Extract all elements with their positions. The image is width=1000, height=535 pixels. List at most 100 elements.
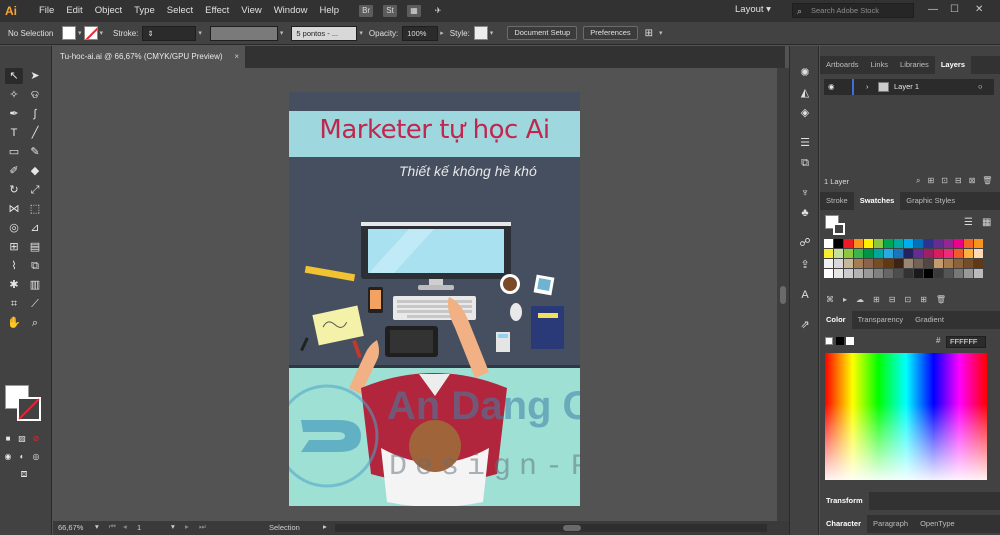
color-swatch[interactable] xyxy=(874,259,883,268)
color-swatch[interactable] xyxy=(874,239,883,248)
draw-normal-icon[interactable]: ◉ xyxy=(2,449,14,465)
opacity-field[interactable]: 100% xyxy=(402,25,439,41)
fill-swatch[interactable] xyxy=(62,26,76,40)
color-swatch[interactable] xyxy=(974,269,983,278)
color-swatch[interactable] xyxy=(914,269,923,278)
align-icon[interactable]: ⊞ xyxy=(645,28,653,39)
color-swatch[interactable] xyxy=(824,239,833,248)
next-artboard-icon[interactable]: ▸ xyxy=(185,522,189,531)
chevron-down-icon[interactable]: ▾ xyxy=(659,29,663,37)
rotate-tool-icon[interactable]: ↻ xyxy=(5,182,23,198)
color-swatch[interactable] xyxy=(884,259,893,268)
color-swatch[interactable] xyxy=(904,249,913,258)
chevron-right-icon[interactable]: ▸ xyxy=(323,522,327,531)
symbol-sprayer-tool-icon[interactable]: ✱ xyxy=(5,277,23,293)
tab-transform[interactable]: Transform xyxy=(820,492,869,510)
zoom-tool-icon[interactable]: ⌕ xyxy=(26,315,44,331)
menu-window[interactable]: Window xyxy=(268,0,314,22)
eraser-tool-icon[interactable]: ◆ xyxy=(26,163,44,179)
color-swatch[interactable] xyxy=(864,259,873,268)
paintbrush-tool-icon[interactable]: ✎ xyxy=(26,144,44,160)
pathfinder-icon[interactable]: ⧉ xyxy=(798,156,812,170)
close-tab-icon[interactable]: × xyxy=(234,46,239,68)
chevron-down-icon[interactable]: ▾ xyxy=(78,29,82,37)
color-swatch[interactable] xyxy=(824,259,833,268)
chevron-down-icon[interactable]: ▾ xyxy=(100,29,104,37)
brush-definition-field[interactable]: 5 pontos - ... xyxy=(291,25,358,41)
color-swatch[interactable] xyxy=(924,259,933,268)
previous-artboard-icon[interactable]: ◂ xyxy=(123,522,127,531)
brushes-icon[interactable]: ♆ xyxy=(798,186,812,200)
color-swatch[interactable] xyxy=(934,259,943,268)
tab-libraries[interactable]: Libraries xyxy=(894,56,935,74)
tab-links[interactable]: Links xyxy=(865,56,895,74)
color-swatch[interactable] xyxy=(964,269,973,278)
pen-tool-icon[interactable]: ✒ xyxy=(5,106,23,122)
asset-export-icon[interactable]: ☍ xyxy=(798,236,812,250)
tab-transparency[interactable]: Transparency xyxy=(852,311,910,329)
color-swatch[interactable] xyxy=(924,269,933,278)
color-swatch[interactable] xyxy=(884,239,893,248)
direct-selection-tool-icon[interactable]: ➤ xyxy=(26,68,44,84)
graphic-style-swatch[interactable] xyxy=(473,26,488,40)
color-swatch[interactable] xyxy=(824,249,833,258)
first-artboard-icon[interactable]: ⏮ xyxy=(109,522,116,532)
color-swatch[interactable] xyxy=(824,269,833,278)
color-swatch[interactable] xyxy=(944,239,953,248)
color-swatch[interactable] xyxy=(914,239,923,248)
color-swatch[interactable] xyxy=(924,239,933,248)
blend-tool-icon[interactable]: ⧉ xyxy=(26,258,44,274)
color-swatch[interactable] xyxy=(934,269,943,278)
color-swatch[interactable] xyxy=(914,249,923,258)
shaper-tool-icon[interactable]: ✐ xyxy=(5,163,23,179)
color-swatch[interactable] xyxy=(894,259,903,268)
horizontal-scrollbar[interactable] xyxy=(335,524,767,532)
bridge-icon[interactable]: Br xyxy=(359,5,374,17)
list-view-icon[interactable]: ☰ xyxy=(964,217,973,228)
color-swatch[interactable] xyxy=(864,249,873,258)
stroke-color-box[interactable] xyxy=(17,397,41,421)
scale-tool-icon[interactable]: ⤢ xyxy=(26,182,44,198)
menu-file[interactable]: File xyxy=(33,0,60,22)
rectangle-tool-icon[interactable]: ▭ xyxy=(5,144,23,160)
color-none-swatch[interactable] xyxy=(825,337,833,345)
color-swatch[interactable] xyxy=(854,269,863,278)
color-swatch[interactable] xyxy=(894,269,903,278)
document-setup-button[interactable]: Document Setup xyxy=(507,26,578,40)
minimize-icon[interactable]: — xyxy=(928,4,938,15)
color-swatch[interactable] xyxy=(884,269,893,278)
document-tab[interactable]: Tu-hoc-ai.ai @ 66,67% (CMYK/GPU Preview)… xyxy=(53,46,245,68)
eyedropper-tool-icon[interactable]: ⌇ xyxy=(5,258,23,274)
links-icon[interactable]: ⇗ xyxy=(798,318,812,332)
color-swatch[interactable] xyxy=(844,239,853,248)
chevron-down-icon[interactable]: ▾ xyxy=(490,29,494,37)
stock-search-input[interactable]: ⌕ Search Adobe Stock xyxy=(792,3,914,18)
color-swatch[interactable] xyxy=(834,259,843,268)
color-mode-icon[interactable]: ■ xyxy=(2,431,14,447)
color-swatch[interactable] xyxy=(974,259,983,268)
menu-view[interactable]: View xyxy=(235,0,267,22)
color-swatch[interactable] xyxy=(944,259,953,268)
chevron-down-icon[interactable]: ▾ xyxy=(359,29,363,37)
variable-width-profile[interactable] xyxy=(209,25,278,41)
scrollbar-thumb[interactable] xyxy=(780,286,786,304)
target-icon[interactable]: ○ xyxy=(978,79,983,95)
chevron-down-icon[interactable]: ▾ xyxy=(171,522,175,531)
color-swatch[interactable] xyxy=(864,269,873,278)
symbols-icon[interactable]: ♣ xyxy=(798,206,812,220)
color-swatch[interactable] xyxy=(934,249,943,258)
color-swatch[interactable] xyxy=(904,239,913,248)
preferences-button[interactable]: Preferences xyxy=(583,26,638,40)
scrollbar-thumb[interactable] xyxy=(563,525,581,531)
none-mode-icon[interactable]: ⊘ xyxy=(30,431,42,447)
color-swatch[interactable] xyxy=(954,259,963,268)
gradient-mode-icon[interactable]: ▨ xyxy=(16,431,28,447)
color-swatch[interactable] xyxy=(904,259,913,268)
tab-artboards[interactable]: Artboards xyxy=(820,56,865,74)
stroke-weight-field[interactable]: ⇕ xyxy=(142,25,197,41)
lasso-tool-icon[interactable]: ଡ xyxy=(26,87,44,103)
color-swatch[interactable] xyxy=(894,249,903,258)
gpu-performance-icon[interactable]: ✈ xyxy=(431,5,445,17)
line-tool-icon[interactable]: ╱ xyxy=(26,125,44,141)
selection-tool-icon[interactable]: ↖ xyxy=(5,68,23,84)
